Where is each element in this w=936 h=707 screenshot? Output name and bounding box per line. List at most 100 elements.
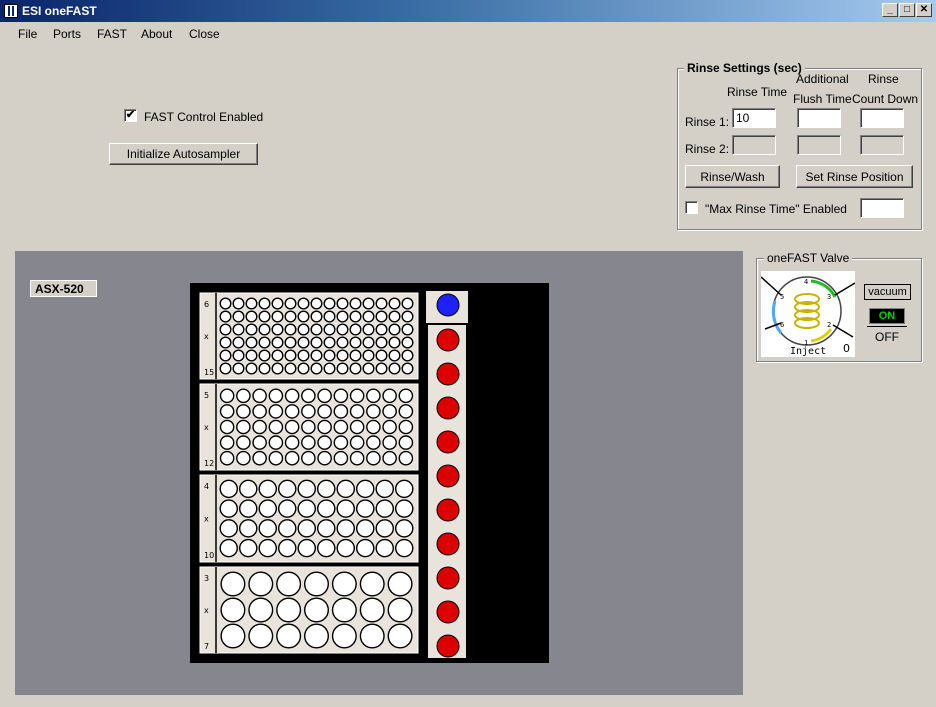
sample-vial[interactable] [297, 538, 316, 558]
sample-vial[interactable] [310, 336, 323, 349]
sample-vial[interactable] [277, 499, 297, 518]
sample-vial[interactable] [398, 419, 414, 435]
sample-vial[interactable] [349, 349, 362, 362]
sample-vial[interactable] [333, 435, 349, 450]
menu-close[interactable]: Close [189, 27, 220, 41]
sample-vial[interactable] [362, 349, 375, 362]
sample-vial[interactable] [219, 297, 232, 310]
sample-vial[interactable] [232, 336, 245, 349]
sample-vial[interactable] [333, 404, 349, 419]
sample-vial[interactable] [277, 519, 297, 538]
sample-vial[interactable] [316, 499, 336, 518]
sample-vial[interactable] [375, 310, 388, 323]
sample-vial[interactable] [362, 323, 375, 336]
sample-vial[interactable] [220, 571, 246, 597]
menu-ports[interactable]: Ports [53, 27, 81, 41]
sample-vial[interactable] [362, 310, 375, 323]
sample-vial[interactable] [271, 310, 284, 323]
sample-vial[interactable] [219, 435, 235, 450]
sample-vial[interactable] [232, 310, 245, 323]
sample-vial[interactable] [245, 336, 258, 349]
sample-vial[interactable] [245, 323, 258, 336]
sample-vial[interactable] [258, 479, 277, 499]
sample-vial[interactable] [366, 450, 381, 466]
sample-vial[interactable] [219, 362, 232, 375]
sample-vial[interactable] [252, 404, 267, 419]
sample-vial[interactable] [284, 419, 300, 435]
sample-vial[interactable] [362, 336, 375, 349]
sample-vial[interactable] [336, 297, 349, 310]
fast-control-checkbox[interactable]: ✔ [124, 109, 137, 122]
sample-vial[interactable] [232, 362, 245, 375]
close-window-button[interactable]: ✕ [916, 3, 932, 17]
sample-vial[interactable] [284, 310, 297, 323]
sample-vial[interactable] [366, 419, 381, 435]
sample-vial[interactable] [219, 323, 232, 336]
sample-vial[interactable] [317, 450, 332, 466]
minimize-button[interactable]: _ [882, 3, 898, 17]
sample-vial[interactable] [284, 450, 300, 466]
sample-vial[interactable] [252, 388, 267, 404]
sample-vial[interactable] [336, 538, 355, 558]
sample-vial[interactable] [245, 297, 258, 310]
menu-file[interactable]: File [18, 27, 37, 41]
sample-vial[interactable] [388, 362, 401, 375]
sample-vial[interactable] [219, 336, 232, 349]
standard-well[interactable] [436, 532, 460, 556]
sample-vial[interactable] [349, 323, 362, 336]
sample-vial[interactable] [239, 479, 258, 499]
sample-vial[interactable] [219, 349, 232, 362]
sample-vial[interactable] [323, 323, 336, 336]
sample-vial[interactable] [388, 323, 401, 336]
sample-vial[interactable] [331, 623, 357, 649]
sample-vial[interactable] [310, 349, 323, 362]
sample-vial[interactable] [387, 597, 413, 623]
sample-vial[interactable] [248, 623, 274, 649]
sample-vial[interactable] [398, 404, 414, 419]
sample-vial[interactable] [316, 519, 336, 538]
app-icon[interactable] [4, 4, 18, 18]
sample-vial[interactable] [310, 297, 323, 310]
sample-vial[interactable] [336, 336, 349, 349]
standard-well[interactable] [436, 362, 460, 386]
sample-vial[interactable] [239, 499, 258, 518]
sample-vial[interactable] [297, 336, 310, 349]
sample-vial[interactable] [401, 297, 414, 310]
sample-vial[interactable] [333, 419, 349, 435]
sample-vial[interactable] [349, 310, 362, 323]
sample-vial[interactable] [333, 388, 349, 404]
sample-vial[interactable] [398, 388, 414, 404]
sample-vial[interactable] [349, 450, 365, 466]
sample-vial[interactable] [349, 388, 365, 404]
sample-vial[interactable] [359, 597, 385, 623]
sample-vial[interactable] [303, 597, 329, 623]
sample-vial[interactable] [219, 404, 235, 419]
menu-about[interactable]: About [141, 27, 172, 41]
rinse2-time-input[interactable] [732, 135, 776, 155]
sample-vial[interactable] [349, 435, 365, 450]
sample-vial[interactable] [310, 310, 323, 323]
sample-vial[interactable] [336, 479, 355, 499]
sample-vial[interactable] [245, 362, 258, 375]
standard-well[interactable] [436, 396, 460, 420]
sample-vial[interactable] [336, 323, 349, 336]
sample-vial[interactable] [258, 310, 271, 323]
sample-vial[interactable] [277, 538, 297, 558]
sample-vial[interactable] [301, 450, 316, 466]
sample-vial[interactable] [394, 499, 414, 518]
sample-vial[interactable] [271, 323, 284, 336]
sample-vial[interactable] [297, 362, 310, 375]
sample-vial[interactable] [252, 435, 267, 450]
sample-vial[interactable] [268, 419, 284, 435]
sample-vial[interactable] [284, 297, 297, 310]
sample-vial[interactable] [297, 323, 310, 336]
sample-vial[interactable] [297, 297, 310, 310]
sample-vial[interactable] [362, 362, 375, 375]
sample-vial[interactable] [382, 435, 397, 450]
sample-vial[interactable] [387, 571, 413, 597]
sample-vial[interactable] [317, 388, 332, 404]
maximize-button[interactable]: □ [899, 3, 915, 17]
sample-vial[interactable] [336, 310, 349, 323]
sample-vial[interactable] [236, 388, 251, 404]
sample-vial[interactable] [232, 349, 245, 362]
